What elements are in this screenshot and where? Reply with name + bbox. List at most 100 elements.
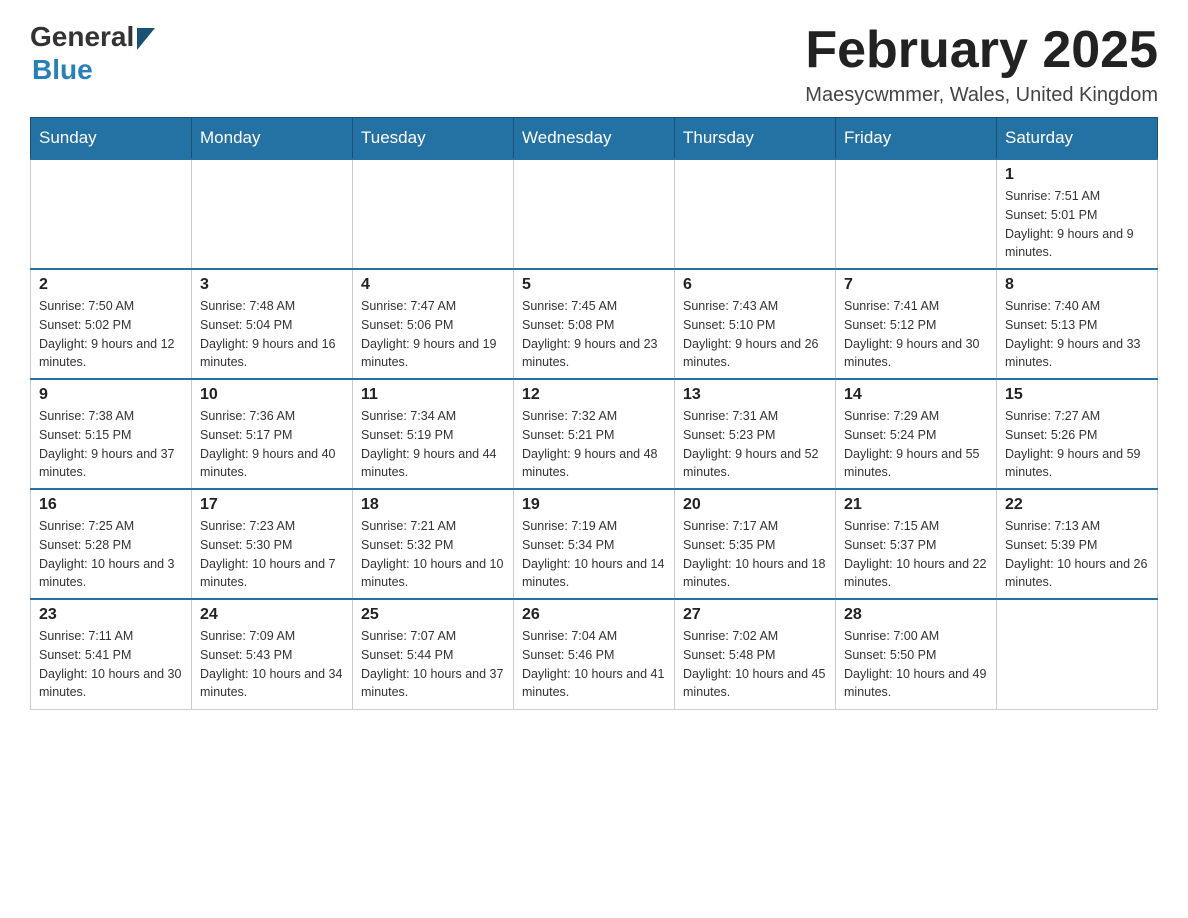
day-number: 20 [683,496,827,514]
day-info: Sunrise: 7:50 AM Sunset: 5:02 PM Dayligh… [39,297,183,372]
day-info: Sunrise: 7:43 AM Sunset: 5:10 PM Dayligh… [683,297,827,372]
table-row: 14 Sunrise: 7:29 AM Sunset: 5:24 PM Dayli… [836,379,997,489]
table-row: 12Sunrise: 7:32 AM Sunset: 5:21 PM Dayli… [514,379,675,489]
day-info: Sunrise: 7:41 AM Sunset: 5:12 PM Dayligh… [844,297,988,372]
day-info: Sunrise: 7:23 AM Sunset: 5:30 PM Dayligh… [200,517,344,592]
table-row: 18 Sunrise: 7:21 AM Sunset: 5:32 PM Dayli… [353,489,514,599]
col-saturday: Saturday [997,118,1158,160]
table-row: 4 Sunrise: 7:47 AM Sunset: 5:06 PM Daylig… [353,269,514,379]
day-number: 1 [1005,166,1149,184]
logo: General Blue [30,20,155,86]
day-number: 8 [1005,276,1149,294]
day-info: Sunrise: 7:13 AM Sunset: 5:39 PM Dayligh… [1005,517,1149,592]
day-info: Sunrise: 7:38 AM Sunset: 5:15 PM Dayligh… [39,407,183,482]
col-friday: Friday [836,118,997,160]
day-info: Sunrise: 7:11 AM Sunset: 5:41 PM Dayligh… [39,627,183,702]
table-row [192,159,353,269]
table-row [31,159,192,269]
day-info: Sunrise: 7:27 AM Sunset: 5:26 PM Dayligh… [1005,407,1149,482]
day-info: Sunrise: 7:25 AM Sunset: 5:28 PM Dayligh… [39,517,183,592]
location-subtitle: Maesycwmmer, Wales, United Kingdom [805,84,1158,107]
day-info: Sunrise: 7:21 AM Sunset: 5:32 PM Dayligh… [361,517,505,592]
table-row: 28 Sunrise: 7:00 AM Sunset: 5:50 PM Dayli… [836,599,997,709]
day-info: Sunrise: 7:47 AM Sunset: 5:06 PM Dayligh… [361,297,505,372]
day-info: Sunrise: 7:40 AM Sunset: 5:13 PM Dayligh… [1005,297,1149,372]
table-row [353,159,514,269]
table-row: 7 Sunrise: 7:41 AM Sunset: 5:12 PM Daylig… [836,269,997,379]
day-info: Sunrise: 7:04 AM Sunset: 5:46 PM Dayligh… [522,627,666,702]
table-row: 27 Sunrise: 7:02 AM Sunset: 5:48 PM Dayli… [675,599,836,709]
calendar-week-row: 1 Sunrise: 7:51 AM Sunset: 5:01 PM Daylig… [31,159,1158,269]
table-row: 23 Sunrise: 7:11 AM Sunset: 5:41 PM Dayli… [31,599,192,709]
table-row: 2Sunrise: 7:50 AM Sunset: 5:02 PM Daylig… [31,269,192,379]
table-row: 5 Sunrise: 7:45 AM Sunset: 5:08 PM Daylig… [514,269,675,379]
day-number: 12 [522,386,666,404]
day-number: 28 [844,606,988,624]
day-number: 3 [200,276,344,294]
calendar-week-row: 2Sunrise: 7:50 AM Sunset: 5:02 PM Daylig… [31,269,1158,379]
day-number: 11 [361,386,505,404]
day-number: 14 [844,386,988,404]
table-row: 19Sunrise: 7:19 AM Sunset: 5:34 PM Dayli… [514,489,675,599]
day-number: 27 [683,606,827,624]
day-number: 10 [200,386,344,404]
col-monday: Monday [192,118,353,160]
day-number: 9 [39,386,183,404]
title-area: February 2025 Maesycwmmer, Wales, United… [805,20,1158,107]
table-row [836,159,997,269]
calendar-header-row: Sunday Monday Tuesday Wednesday Thursday… [31,118,1158,160]
table-row: 26Sunrise: 7:04 AM Sunset: 5:46 PM Dayli… [514,599,675,709]
table-row: 21 Sunrise: 7:15 AM Sunset: 5:37 PM Dayli… [836,489,997,599]
table-row: 20 Sunrise: 7:17 AM Sunset: 5:35 PM Dayli… [675,489,836,599]
logo-general-text: General [30,23,134,51]
calendar-week-row: 23 Sunrise: 7:11 AM Sunset: 5:41 PM Dayli… [31,599,1158,709]
table-row: 10 Sunrise: 7:36 AM Sunset: 5:17 PM Dayli… [192,379,353,489]
day-number: 24 [200,606,344,624]
day-number: 6 [683,276,827,294]
day-info: Sunrise: 7:07 AM Sunset: 5:44 PM Dayligh… [361,627,505,702]
table-row: 25 Sunrise: 7:07 AM Sunset: 5:44 PM Dayli… [353,599,514,709]
table-row [997,599,1158,709]
day-info: Sunrise: 7:00 AM Sunset: 5:50 PM Dayligh… [844,627,988,702]
day-number: 4 [361,276,505,294]
day-info: Sunrise: 7:31 AM Sunset: 5:23 PM Dayligh… [683,407,827,482]
day-number: 18 [361,496,505,514]
table-row: 16 Sunrise: 7:25 AM Sunset: 5:28 PM Dayli… [31,489,192,599]
table-row: 15 Sunrise: 7:27 AM Sunset: 5:26 PM Dayli… [997,379,1158,489]
table-row: 6 Sunrise: 7:43 AM Sunset: 5:10 PM Daylig… [675,269,836,379]
table-row: 24 Sunrise: 7:09 AM Sunset: 5:43 PM Dayli… [192,599,353,709]
table-row: 9 Sunrise: 7:38 AM Sunset: 5:15 PM Daylig… [31,379,192,489]
day-info: Sunrise: 7:34 AM Sunset: 5:19 PM Dayligh… [361,407,505,482]
day-number: 25 [361,606,505,624]
col-wednesday: Wednesday [514,118,675,160]
day-info: Sunrise: 7:51 AM Sunset: 5:01 PM Dayligh… [1005,187,1149,262]
page-header: General Blue February 2025 Maesycwmmer, … [30,20,1158,107]
table-row: 11 Sunrise: 7:34 AM Sunset: 5:19 PM Dayli… [353,379,514,489]
day-info: Sunrise: 7:29 AM Sunset: 5:24 PM Dayligh… [844,407,988,482]
day-info: Sunrise: 7:02 AM Sunset: 5:48 PM Dayligh… [683,627,827,702]
day-info: Sunrise: 7:09 AM Sunset: 5:43 PM Dayligh… [200,627,344,702]
day-number: 16 [39,496,183,514]
day-info: Sunrise: 7:36 AM Sunset: 5:17 PM Dayligh… [200,407,344,482]
col-sunday: Sunday [31,118,192,160]
calendar-week-row: 9 Sunrise: 7:38 AM Sunset: 5:15 PM Daylig… [31,379,1158,489]
day-number: 7 [844,276,988,294]
table-row: 17 Sunrise: 7:23 AM Sunset: 5:30 PM Dayli… [192,489,353,599]
day-info: Sunrise: 7:45 AM Sunset: 5:08 PM Dayligh… [522,297,666,372]
day-info: Sunrise: 7:15 AM Sunset: 5:37 PM Dayligh… [844,517,988,592]
day-number: 23 [39,606,183,624]
table-row: 1 Sunrise: 7:51 AM Sunset: 5:01 PM Daylig… [997,159,1158,269]
calendar-week-row: 16 Sunrise: 7:25 AM Sunset: 5:28 PM Dayli… [31,489,1158,599]
day-info: Sunrise: 7:19 AM Sunset: 5:34 PM Dayligh… [522,517,666,592]
table-row: 8 Sunrise: 7:40 AM Sunset: 5:13 PM Daylig… [997,269,1158,379]
day-number: 13 [683,386,827,404]
table-row [675,159,836,269]
month-year-title: February 2025 [805,20,1158,80]
day-number: 15 [1005,386,1149,404]
day-number: 22 [1005,496,1149,514]
day-number: 21 [844,496,988,514]
logo-arrow-icon [137,28,155,50]
day-info: Sunrise: 7:17 AM Sunset: 5:35 PM Dayligh… [683,517,827,592]
day-number: 17 [200,496,344,514]
day-number: 5 [522,276,666,294]
